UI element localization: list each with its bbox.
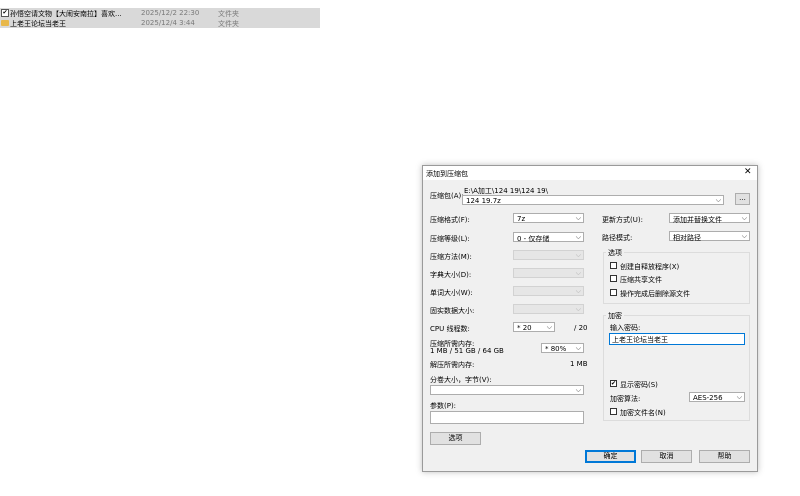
cpu-label: CPU 线程数: [430,325,470,333]
archive-label: 压缩包(A): [430,192,464,200]
level-combo[interactable]: 0 - 仅存储 ⌵ [513,232,584,243]
chevron-down-icon: ⌵ [736,393,742,401]
format-label: 压缩格式(F): [430,216,470,224]
dict-label: 字典大小(D): [430,271,472,279]
update-value: 添加并替换文件 [673,216,722,224]
delete-source-label: 操作完成后删除源文件 [620,290,690,298]
archive-name-combo[interactable]: 124 19.7z ⌵ [462,195,724,205]
format-combo[interactable]: 7z ⌵ [513,213,584,223]
method-combo: ⌵ [513,250,584,260]
dialog-titlebar: 添加到压缩包 ✕ [423,166,757,180]
chevron-down-icon: ⌵ [575,305,581,313]
mem-combo[interactable]: * 80% ⌵ [541,343,584,353]
mem-value: * 80% [545,345,567,353]
options-group-label: 选项 [606,248,624,258]
dialog-title: 添加到压缩包 [426,170,468,178]
sfx-label: 创建自释放程序(X) [620,263,680,271]
pathmode-combo[interactable]: 相对路径 ⌵ [669,231,750,242]
chevron-down-icon: ⌵ [575,287,581,295]
help-button[interactable]: 帮助 [699,450,750,463]
word-combo: ⌵ [513,286,584,296]
chevron-down-icon: ⌵ [546,323,552,331]
show-password-checkbox[interactable]: ✔ [610,380,617,387]
sfx-checkbox[interactable] [610,262,617,269]
chevron-down-icon: ⌵ [575,344,581,352]
encrypt-names-checkbox[interactable] [610,408,617,415]
options-button[interactable]: 选项 [430,432,481,445]
file-list: ✔ 孙悟空请文物【大闹安南拉】喜欢... 2025/12/2 22:30 文件夹… [0,8,320,28]
archive-name-value: 124 19.7z [466,197,501,205]
chevron-down-icon: ⌵ [575,214,581,222]
file-name: 上老王论坛当老王 [10,20,66,28]
close-icon[interactable]: ✕ [744,167,752,177]
decomp-value: 1 MB [570,360,588,368]
level-label: 压缩等级(L): [430,235,470,243]
chevron-down-icon: ⌵ [575,386,581,394]
shared-label: 压缩共享文件 [620,276,662,284]
chevron-down-icon: ⌵ [715,196,721,204]
pathmode-value: 相对路径 [673,234,701,242]
enc-method-value: AES-256 [693,394,723,402]
update-combo[interactable]: 添加并替换文件 ⌵ [669,213,750,224]
encryption-group-label: 加密 [606,311,624,321]
chevron-down-icon: ⌵ [575,269,581,277]
password-label: 输入密码: [610,324,641,332]
ok-button[interactable]: 确定 [585,450,636,463]
update-label: 更新方式(U): [602,216,643,224]
encrypt-names-label: 加密文件名(N) [620,409,666,417]
row-checkbox[interactable]: ✔ [1,9,9,17]
chevron-down-icon: ⌵ [575,233,581,241]
delete-source-checkbox[interactable] [610,289,617,296]
method-label: 压缩方法(M): [430,253,472,261]
shared-checkbox[interactable] [610,275,617,282]
solid-label: 固实数据大小: [430,307,475,315]
folder-icon [1,20,9,26]
password-value: 上老王论坛当老王 [612,336,668,344]
solid-combo: ⌵ [513,304,584,314]
file-type: 文件夹 [218,20,239,28]
show-password-label: 显示密码(S) [620,381,658,389]
cancel-button[interactable]: 取消 [641,450,692,463]
cpu-value: * 20 [517,324,532,332]
cpu-total: / 20 [574,324,588,332]
chevron-down-icon: ⌵ [741,232,747,240]
split-combo[interactable]: ⌵ [430,385,584,395]
decomp-label: 解压所需内存: [430,361,475,369]
chevron-down-icon: ⌵ [575,251,581,259]
browse-button[interactable]: ... [735,193,750,205]
add-to-archive-dialog: 添加到压缩包 ✕ 压缩包(A): E:\A加工\124 19\124 19\ 1… [422,165,758,472]
password-input[interactable]: 上老王论坛当老王 [609,333,745,345]
params-label: 参数(P): [430,402,457,410]
mem-sub: 1 MB / 51 GB / 64 GB [430,347,504,355]
format-value: 7z [517,215,526,223]
file-row[interactable]: ✔ 孙悟空请文物【大闹安南拉】喜欢... 2025/12/2 22:30 文件夹 [0,8,320,18]
file-row[interactable]: 上老王论坛当老王 2025/12/4 3:44 文件夹 [0,18,320,28]
pathmode-label: 路径模式: [602,234,633,242]
word-label: 单词大小(W): [430,289,473,297]
file-date: 2025/12/4 3:44 [141,19,195,27]
params-input[interactable] [430,411,584,424]
file-date: 2025/12/2 22:30 [141,9,200,17]
enc-method-label: 加密算法: [610,395,641,403]
split-label: 分卷大小，字节(V): [430,376,492,384]
dict-combo: ⌵ [513,268,584,278]
enc-method-combo[interactable]: AES-256 ⌵ [689,392,745,402]
level-value: 0 - 仅存储 [517,235,550,243]
cpu-combo[interactable]: * 20 ⌵ [513,322,555,332]
chevron-down-icon: ⌵ [741,214,747,222]
